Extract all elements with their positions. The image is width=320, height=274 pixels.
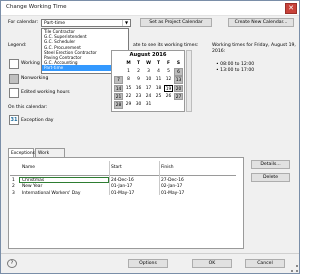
- exception-finish[interactable]: 01-May-17: [161, 191, 184, 196]
- details-button[interactable]: Details...: [251, 160, 290, 169]
- exception-finish[interactable]: 27-Dec-16: [161, 178, 184, 183]
- chevron-down-icon[interactable]: ▼: [122, 20, 130, 26]
- title-bar: Change Working Time ✕: [1, 1, 299, 16]
- exception-start[interactable]: 24-Dec-16: [111, 178, 134, 183]
- change-working-time-dialog: Change Working Time ✕ For calendar: Part…: [0, 0, 300, 274]
- ok-button[interactable]: OK: [192, 259, 232, 268]
- column-header-finish: Finish: [161, 165, 174, 170]
- options-button[interactable]: Options: [128, 259, 168, 268]
- calendar-day[interactable]: 2: [134, 68, 143, 76]
- calendar-day[interactable]: 8: [124, 76, 133, 84]
- working-times-title: Working times for Friday, August 19, 201…: [212, 43, 296, 54]
- close-button[interactable]: ✕: [285, 3, 297, 14]
- calendar-day[interactable]: 24: [144, 93, 153, 101]
- legend-exception-label: Exception day: [21, 118, 54, 123]
- month-calendar: August 2016 M T W T F S 1 2 3 4 5 6 7 8 9 10 11 12 13 14 15 1…: [111, 50, 185, 112]
- exception-finish[interactable]: 02-Jan-17: [161, 184, 182, 189]
- calendar-empty-cell: [174, 101, 183, 109]
- calendar-day[interactable]: 28: [114, 101, 123, 109]
- legend-nonworking-label: Nonworking: [21, 76, 49, 81]
- weekday-label: F: [167, 61, 170, 66]
- calendar-day[interactable]: 16: [134, 85, 143, 93]
- calendar-day[interactable]: 19: [164, 84, 173, 93]
- exception-name[interactable]: New Year: [22, 184, 42, 189]
- working-time-1: • 08:00 to 12:00: [216, 62, 255, 67]
- weekday-label: S: [176, 61, 181, 66]
- calendar-day[interactable]: 3: [144, 68, 153, 76]
- weekday-label: W: [146, 61, 151, 66]
- calendar-day[interactable]: 14: [114, 84, 123, 93]
- tab-work-weeks[interactable]: Work Weeks: [35, 148, 65, 165]
- calendar-day[interactable]: 22: [124, 93, 133, 101]
- row-number: 1: [12, 177, 15, 183]
- calendar-day[interactable]: 30: [134, 101, 143, 109]
- calendar-day[interactable]: 29: [124, 101, 133, 109]
- calendar-day[interactable]: 27: [174, 92, 183, 101]
- calendar-day[interactable]: 5: [164, 68, 173, 76]
- calendar-month-label: August 2016: [129, 52, 167, 58]
- calendar-empty-cell: [154, 101, 163, 109]
- legend-nonworking-swatch: [9, 74, 19, 84]
- calendar-day[interactable]: 21: [114, 92, 123, 101]
- legend-edited-label: Edited working hours: [21, 90, 70, 95]
- calendar-day[interactable]: 6: [174, 68, 183, 76]
- calendar-day[interactable]: 11: [154, 76, 163, 84]
- calendar-day[interactable]: 17: [144, 85, 153, 93]
- calendar-day[interactable]: 31: [144, 101, 153, 109]
- on-this-calendar-label: On this calendar:: [8, 105, 48, 110]
- for-calendar-label: For calendar:: [8, 20, 39, 25]
- exception-start[interactable]: 01-Jan-17: [111, 184, 132, 189]
- help-button[interactable]: ?: [7, 259, 17, 268]
- click-date-instruction: ate to see its working times:: [133, 43, 199, 48]
- calendar-day[interactable]: 7: [114, 76, 123, 84]
- calendar-empty-cell: [114, 68, 123, 76]
- calendar-scrollbar[interactable]: [186, 50, 192, 112]
- calendar-day[interactable]: 26: [164, 93, 173, 101]
- calendar-day[interactable]: 1: [124, 68, 133, 76]
- calendar-empty-cell: [164, 101, 173, 109]
- calendar-select-value: Part-time: [44, 21, 66, 26]
- calendar-day[interactable]: 18: [154, 85, 163, 93]
- footer-divider: [1, 253, 299, 254]
- window-title: Change Working Time: [6, 4, 67, 10]
- calendar-day[interactable]: 15: [124, 85, 133, 93]
- legend-working-swatch: [9, 59, 19, 69]
- calendar-day[interactable]: 25: [154, 93, 163, 101]
- calendar-select[interactable]: Part-time ▼: [41, 19, 131, 27]
- set-as-project-calendar-button[interactable]: Set as Project Calendar: [140, 18, 212, 27]
- weekday-label: T: [157, 61, 160, 66]
- active-cell-outline: [19, 177, 109, 183]
- row-number: 3: [12, 190, 15, 196]
- create-new-calendar-button[interactable]: Create New Calendar...: [228, 18, 294, 27]
- calendar-day[interactable]: 23: [134, 93, 143, 101]
- resize-grip[interactable]: [291, 265, 298, 272]
- calendar-day[interactable]: 12: [164, 76, 173, 84]
- weekday-label: M: [126, 61, 131, 66]
- column-header-name: Name: [22, 165, 35, 170]
- exception-day-icon: 31: [9, 115, 19, 125]
- calendar-day[interactable]: 4: [154, 68, 163, 76]
- calendar-day[interactable]: 10: [144, 76, 153, 84]
- legend-edited-swatch: [9, 88, 19, 98]
- column-header-start: Start: [111, 165, 122, 170]
- calendar-day[interactable]: 20: [174, 84, 183, 93]
- working-time-2: • 13:00 to 17:00: [216, 68, 255, 73]
- cancel-button[interactable]: Cancel: [245, 259, 285, 268]
- exception-name[interactable]: International Workers' Day: [22, 191, 80, 196]
- table-row[interactable]: 3 International Workers' Day 01-May-17 0…: [10, 190, 236, 197]
- legend-title: Legend:: [8, 43, 27, 48]
- calendar-day[interactable]: 9: [134, 76, 143, 84]
- row-number: 2: [12, 184, 15, 189]
- exceptions-grid-header: Name Start Finish: [10, 161, 236, 176]
- legend-working-label: Working: [21, 61, 40, 66]
- exception-start[interactable]: 01-May-17: [111, 191, 134, 196]
- delete-button[interactable]: Delete: [251, 173, 290, 182]
- calendar-day[interactable]: 13: [174, 76, 183, 84]
- weekday-label: T: [137, 61, 140, 66]
- weekday-label: [114, 60, 123, 68]
